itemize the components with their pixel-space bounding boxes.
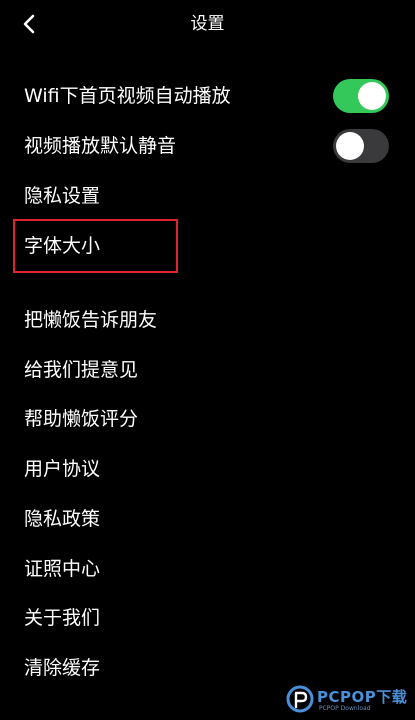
setting-label: 证照中心: [24, 558, 101, 580]
setting-label: 视频播放默认静音: [24, 135, 177, 157]
setting-row-license-center[interactable]: 证照中心: [0, 544, 415, 594]
setting-label: 把懒饭告诉朋友: [24, 309, 158, 331]
default-mute-toggle[interactable]: [333, 129, 389, 163]
watermark-subtext: PCPOP Download: [319, 705, 371, 712]
highlight-box: [13, 219, 178, 273]
setting-label: 隐私设置: [24, 185, 101, 207]
setting-label: 帮助懒饭评分: [24, 408, 139, 430]
setting-row-about[interactable]: 关于我们: [0, 593, 415, 643]
toggle-knob: [358, 82, 386, 110]
pcpop-logo-icon: [286, 685, 314, 713]
setting-label: 给我们提意见: [24, 359, 139, 381]
setting-row-privacy-policy[interactable]: 隐私政策: [0, 494, 415, 544]
page-title: 设置: [190, 14, 225, 34]
setting-label: 清除缓存: [24, 657, 101, 679]
setting-label: 用户协议: [24, 458, 101, 480]
setting-row-user-agreement[interactable]: 用户协议: [0, 444, 415, 494]
setting-row-wifi-autoplay[interactable]: Wifi下首页视频自动播放: [0, 71, 415, 121]
setting-row-privacy-settings[interactable]: 隐私设置: [0, 171, 415, 221]
header-bar: 设置: [0, 0, 415, 48]
setting-row-rate[interactable]: 帮助懒饭评分: [0, 394, 415, 444]
setting-label: 隐私政策: [24, 508, 101, 530]
pcpop-watermark: PCPOP下载 PCPOP Download: [285, 682, 410, 716]
setting-row-default-mute[interactable]: 视频播放默认静音: [0, 121, 415, 171]
watermark-text: PCPOP下载: [317, 688, 408, 706]
setting-row-feedback[interactable]: 给我们提意见: [0, 345, 415, 395]
wifi-autoplay-toggle[interactable]: [333, 79, 389, 113]
setting-row-share[interactable]: 把懒饭告诉朋友: [0, 295, 415, 345]
setting-label: Wifi下首页视频自动播放: [24, 85, 231, 107]
toggle-knob: [336, 132, 364, 160]
setting-label: 关于我们: [24, 607, 101, 629]
